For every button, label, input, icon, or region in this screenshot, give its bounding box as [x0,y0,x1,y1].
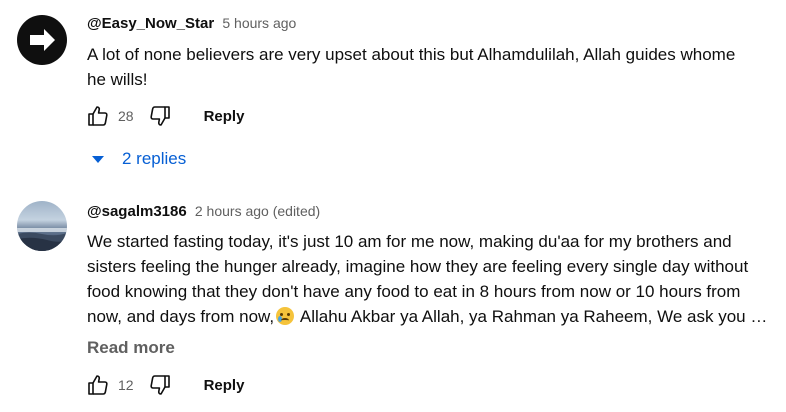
commenter-avatar[interactable] [17,201,67,251]
like-button[interactable] [84,371,112,399]
view-replies-button[interactable]: 2 replies [92,149,186,169]
comment-header: @sagalm3186 2 hours ago (edited) [87,203,320,220]
author-name[interactable]: @Easy_Now_Star [87,15,214,32]
comment-text-line: food knowing that they don't have any fo… [87,282,741,301]
read-more-button[interactable]: Read more [87,338,175,358]
reply-button[interactable]: Reply [204,377,245,394]
thumbs-down-icon [149,106,170,126]
like-count: 12 [118,377,134,393]
comment-text-line: A lot of none believers are very upset a… [87,45,736,64]
like-button[interactable] [84,102,112,130]
thumbs-up-icon [88,375,108,395]
crying-face-emoji [276,307,295,325]
thumbs-down-icon [149,375,170,395]
dislike-button[interactable] [146,371,174,399]
comment-text: A lot of none believers are very upset a… [87,42,777,92]
reply-button[interactable]: Reply [204,108,245,125]
comment-timestamp[interactable]: 5 hours ago [222,15,296,31]
comment-text-fragment: now, and days from now, [87,307,275,326]
comment-text-fragment: Allahu Akbar ya Allah, ya Rahman ya Rahe… [296,307,768,326]
comment-text-line: he wills! [87,70,148,89]
arrow-right-icon [30,29,55,51]
comment-text-line: now, and days from now, Allahu Akbar ya … [87,304,777,329]
dislike-button[interactable] [146,102,174,130]
comment-actions: 28 Reply [84,102,244,130]
comment-timestamp[interactable]: 2 hours ago (edited) [195,203,320,219]
comment-header: @Easy_Now_Star 5 hours ago [87,15,296,32]
comment-text-line: sisters feeling the hunger already, imag… [87,257,749,276]
comment-text: We started fasting today, it's just 10 a… [87,229,777,329]
replies-count-label: 2 replies [122,149,187,168]
comment-text-line: We started fasting today, it's just 10 a… [87,232,732,251]
landscape-photo [17,228,67,251]
thumbs-up-icon [88,106,108,126]
commenter-avatar[interactable] [17,15,67,65]
author-name[interactable]: @sagalm3186 [87,203,187,220]
caret-down-icon [92,155,104,163]
like-count: 28 [118,108,134,124]
comment-actions: 12 Reply [84,371,244,399]
